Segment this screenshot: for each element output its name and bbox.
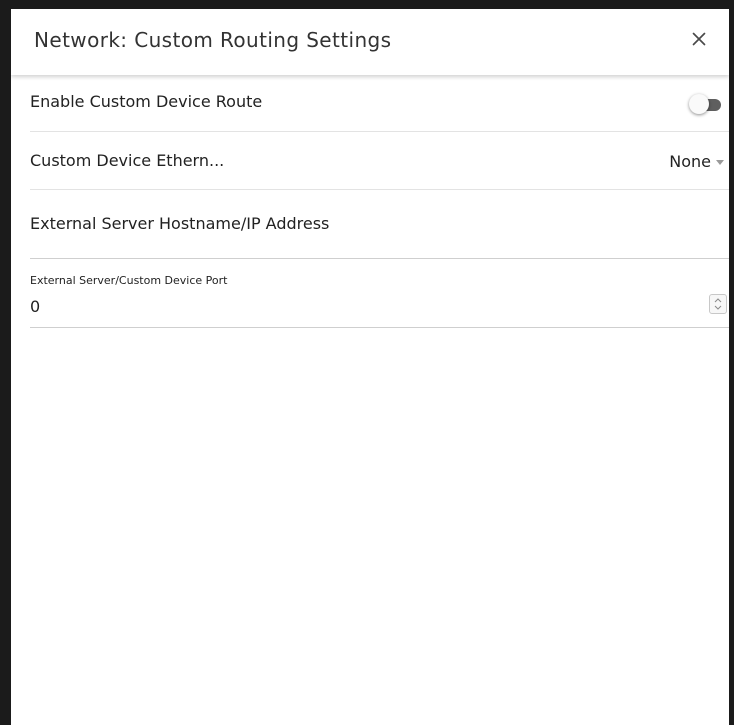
custom-device-ethernet-select[interactable]: None xyxy=(669,149,724,173)
dialog-title: Network: Custom Routing Settings xyxy=(34,28,392,52)
external-server-hostname-row[interactable]: External Server Hostname/IP Address xyxy=(30,190,729,259)
port-stepper[interactable] xyxy=(709,294,727,314)
enable-custom-route-toggle[interactable] xyxy=(685,93,729,115)
enable-custom-route-label: Enable Custom Device Route xyxy=(30,92,263,111)
settings-list: Enable Custom Device Route Custom Device… xyxy=(30,75,729,328)
close-button[interactable] xyxy=(687,27,711,51)
routing-settings-dialog: Network: Custom Routing Settings Enable … xyxy=(11,9,729,725)
custom-device-ethernet-label: Custom Device Ethern... xyxy=(30,151,225,170)
dialog-header: Network: Custom Routing Settings xyxy=(11,9,729,75)
custom-device-ethernet-row: Custom Device Ethern... None xyxy=(30,132,729,190)
external-server-port-row: External Server/Custom Device Port xyxy=(30,259,729,328)
enable-custom-route-row: Enable Custom Device Route xyxy=(30,75,729,132)
external-server-hostname-label: External Server Hostname/IP Address xyxy=(30,214,330,233)
dropdown-arrow-icon xyxy=(716,159,724,165)
select-value: None xyxy=(669,151,711,171)
close-icon xyxy=(692,32,706,46)
toggle-thumb xyxy=(689,94,709,114)
external-server-port-label: External Server/Custom Device Port xyxy=(30,274,228,287)
external-server-port-input[interactable] xyxy=(30,294,690,318)
stepper-arrows-icon xyxy=(714,298,722,310)
